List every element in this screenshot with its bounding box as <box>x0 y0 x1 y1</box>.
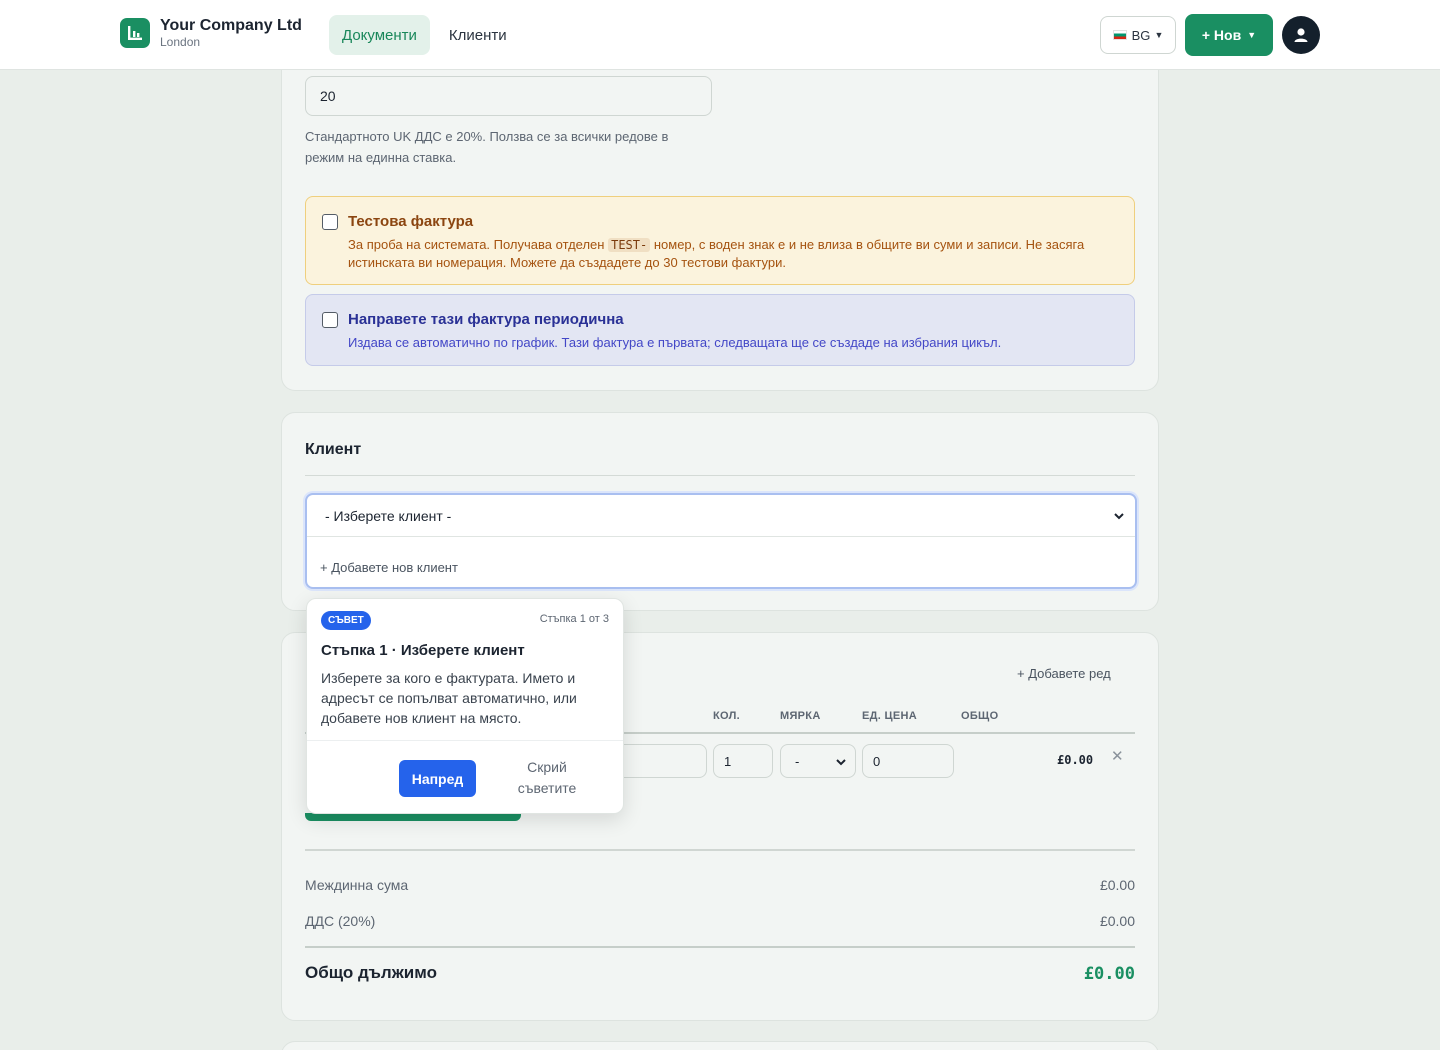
client-select[interactable]: - Изберете клиент - <box>307 495 1135 537</box>
company-logo-icon <box>120 18 150 48</box>
column-header-total: ОБЩО <box>961 710 999 722</box>
grand-total-divider <box>305 946 1135 948</box>
chevron-down-icon <box>836 759 846 766</box>
client-section-title: Клиент <box>305 441 362 458</box>
subtotal-value: £0.00 <box>1099 877 1135 893</box>
recurring-invoice-option: Направете тази фактура периодична Издава… <box>305 294 1135 366</box>
total-due-label: Общо дължимо <box>305 963 437 982</box>
tab-clients[interactable]: Клиенти <box>436 15 520 55</box>
subtotal-label: Междинна сума <box>305 877 409 893</box>
test-invoice-title: Тестова фактура <box>348 213 474 230</box>
client-card: Клиент - Изберете клиент - + Добавете но… <box>281 412 1159 611</box>
tip-title: Стъпка 1 · Изберете клиент <box>321 642 525 659</box>
totals-divider <box>305 849 1135 851</box>
item-unit-value: - <box>795 753 800 769</box>
hide-tips-button[interactable]: Скрий съветите <box>503 757 591 799</box>
item-quantity-input[interactable]: 1 <box>713 744 773 778</box>
new-button-label: + Нов <box>1201 27 1242 43</box>
item-price-input[interactable]: 0 <box>862 744 954 778</box>
test-invoice-description: За проба на системата. Получава отделен … <box>348 237 1085 270</box>
main-nav: Документи Клиенти <box>329 15 526 55</box>
vat-label: ДДС (20%) <box>305 913 376 929</box>
tab-documents[interactable]: Документи <box>329 15 430 55</box>
next-section-card <box>281 1041 1159 1050</box>
item-row-total: £0.00 <box>1057 753 1094 767</box>
language-code: BG <box>1131 27 1151 43</box>
tip-next-button[interactable]: Напред <box>399 760 476 797</box>
user-avatar[interactable] <box>1282 16 1320 54</box>
company-city: London <box>160 35 201 49</box>
client-select-value: - Изберете клиент - <box>325 507 452 524</box>
remove-row-icon[interactable]: ✕ <box>1111 747 1124 765</box>
tip-body: Изберете за кого е фактурата. Името и ад… <box>321 670 577 726</box>
column-header-price: ЕД. ЦЕНА <box>862 710 917 722</box>
add-new-client-link[interactable]: + Добавете нов клиент <box>320 560 458 575</box>
recurring-checkbox[interactable] <box>322 312 338 328</box>
invoice-settings-card: 20 Стандартното UK ДДС е 20%. Ползва се … <box>281 40 1159 391</box>
caret-down-icon: ▼ <box>1154 30 1164 40</box>
top-navigation-bar: Your Company Ltd London Документи Клиент… <box>0 0 1440 70</box>
tip-divider <box>307 740 623 741</box>
user-icon <box>1294 28 1308 42</box>
tip-step-counter: Стъпка 1 от 3 <box>539 613 609 625</box>
vat-help-text: Стандартното UK ДДС е 20%. Ползва се за … <box>305 129 669 165</box>
caret-down-icon: ▼ <box>1247 30 1257 40</box>
column-header-unit: МЯРКА <box>780 710 821 722</box>
item-unit-select[interactable]: - <box>780 744 856 778</box>
vat-rate-input[interactable]: 20 <box>305 76 712 116</box>
new-document-button[interactable]: + Нов ▼ <box>1185 14 1273 56</box>
test-invoice-option: Тестова фактура За проба на системата. П… <box>305 196 1135 285</box>
add-row-button[interactable]: + Добавете ред <box>1017 666 1111 681</box>
section-divider <box>305 475 1135 476</box>
company-name: Your Company Ltd <box>160 17 302 34</box>
chevron-down-icon <box>1114 513 1124 520</box>
client-picker: - Изберете клиент - + Добавете нов клиен… <box>305 493 1137 589</box>
vat-value: £0.00 <box>1099 913 1135 929</box>
recurring-title: Направете тази фактура периодична <box>348 311 624 328</box>
recurring-description: Издава се автоматично по график. Тази фа… <box>348 335 1002 350</box>
tip-badge: СЪВЕТ <box>321 611 371 630</box>
column-header-qty: КОЛ. <box>713 710 740 722</box>
total-due-value: £0.00 <box>1083 964 1135 984</box>
test-invoice-checkbox[interactable] <box>322 214 338 230</box>
language-selector[interactable]: BG ▼ <box>1100 16 1176 54</box>
company-brand[interactable]: Your Company Ltd London <box>120 16 302 50</box>
add-item-button[interactable] <box>305 813 521 821</box>
onboarding-tip-popover: СЪВЕТ Стъпка 1 от 3 Стъпка 1 · Изберете … <box>306 598 624 814</box>
bulgaria-flag-icon <box>1112 30 1127 40</box>
test-prefix-code: TEST- <box>608 238 651 252</box>
